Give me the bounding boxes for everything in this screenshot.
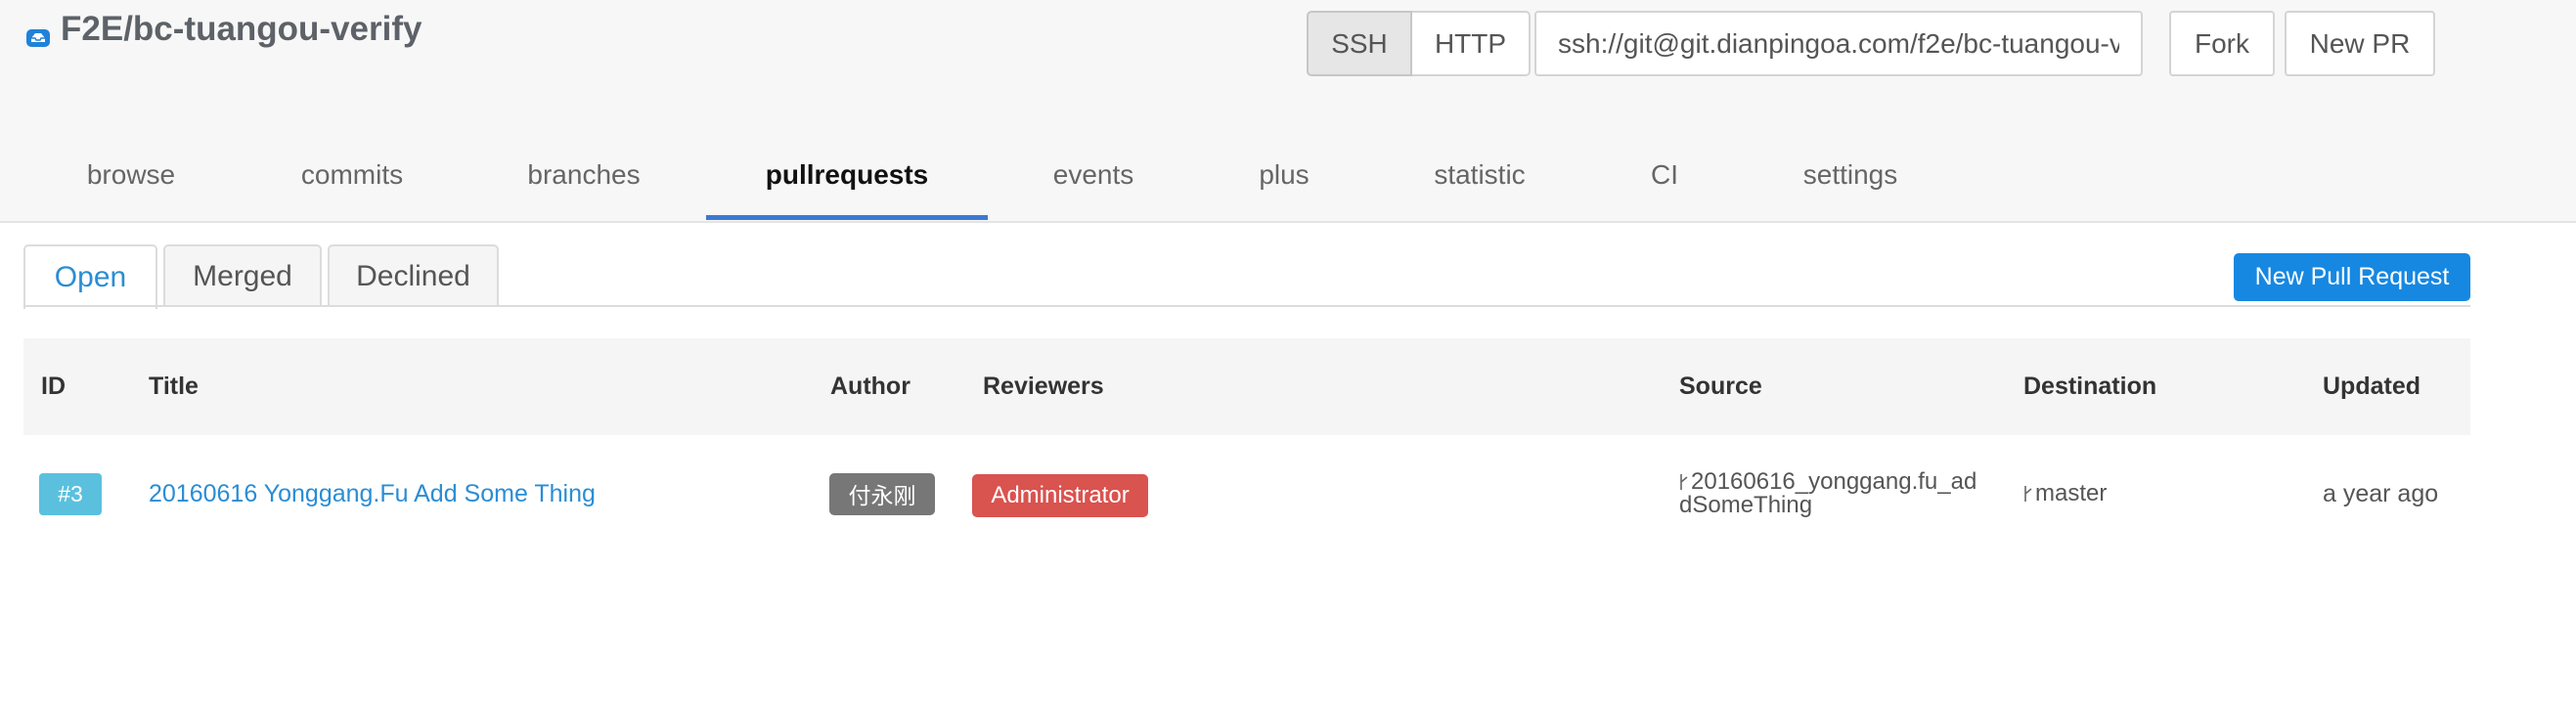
column-reviewers: Reviewers: [983, 373, 1104, 400]
source-branch[interactable]: 20160616_yonggang.fu_ad dSomeThing: [1679, 470, 1976, 517]
tab-open[interactable]: Open: [23, 244, 157, 309]
table-row: #3 20160616 Yonggang.Fu Add Some Thing 付…: [23, 435, 2470, 552]
branch-icon: [1679, 472, 1689, 490]
repo-name: F2E/bc-tuangou-verify: [61, 10, 422, 48]
author-badge: 付永刚: [829, 472, 935, 515]
new-pull-request-button[interactable]: New Pull Request: [2234, 253, 2470, 301]
pr-id-badge[interactable]: #3: [39, 472, 102, 515]
tab-statistic[interactable]: statistic: [1416, 127, 1543, 223]
tab-merged[interactable]: Merged: [163, 244, 322, 307]
tab-events[interactable]: events: [1037, 127, 1150, 223]
source-branch-line2: dSomeThing: [1679, 492, 1813, 518]
column-updated: Updated: [2323, 373, 2421, 400]
pr-reviewers-cell: Administrator: [972, 437, 1148, 554]
repo-title[interactable]: F2E/bc-tuangou-verify: [25, 8, 422, 51]
tab-commits[interactable]: commits: [284, 127, 421, 223]
fork-button[interactable]: Fork: [2169, 11, 2275, 76]
updated-time: a year ago: [2323, 479, 2439, 507]
column-title: Title: [149, 373, 199, 400]
column-id: ID: [41, 373, 66, 400]
tabs-divider: [23, 305, 2470, 307]
clone-controls: SSH HTTP: [1307, 11, 2143, 76]
tab-ci[interactable]: CI: [1643, 127, 1686, 223]
http-protocol-button[interactable]: HTTP: [1412, 11, 1531, 76]
tab-declined[interactable]: Declined: [328, 244, 499, 307]
destination-branch[interactable]: master: [2023, 482, 2107, 505]
column-source: Source: [1679, 373, 1762, 400]
pr-updated-cell: a year ago: [2323, 435, 2438, 552]
column-destination: Destination: [2023, 373, 2157, 400]
source-branch-line1: 20160616_yonggang.fu_ad: [1691, 468, 1977, 495]
pr-source-cell: 20160616_yonggang.fu_ad dSomeThing: [1679, 435, 1976, 552]
tab-branches[interactable]: branches: [511, 127, 657, 223]
active-tab-indicator: [706, 215, 988, 220]
repo-icon: [25, 19, 51, 47]
tab-browse[interactable]: browse: [59, 127, 203, 223]
column-author: Author: [830, 373, 910, 400]
pr-id-cell: #3: [39, 435, 102, 552]
new-pr-button[interactable]: New PR: [2285, 11, 2435, 76]
tab-pullrequests[interactable]: pullrequests: [706, 127, 988, 223]
pr-title-cell: 20160616 Yonggang.Fu Add Some Thing: [149, 435, 596, 552]
tab-settings[interactable]: settings: [1792, 127, 1909, 223]
table-header: ID Title Author Reviewers Source Destina…: [23, 338, 2470, 435]
pr-author-cell: 付永刚: [829, 435, 935, 552]
pr-title-link[interactable]: 20160616 Yonggang.Fu Add Some Thing: [149, 480, 596, 508]
ssh-protocol-button[interactable]: SSH: [1307, 11, 1412, 76]
tab-plus[interactable]: plus: [1242, 127, 1326, 223]
destination-branch-name: master: [2035, 480, 2108, 506]
branch-icon: [2023, 484, 2033, 502]
pr-destination-cell: master: [2023, 435, 2107, 552]
repo-header: F2E/bc-tuangou-verify SSH HTTP Fork New …: [0, 0, 2576, 223]
clone-url-input[interactable]: [1534, 11, 2143, 76]
reviewer-badge: Administrator: [972, 474, 1148, 517]
